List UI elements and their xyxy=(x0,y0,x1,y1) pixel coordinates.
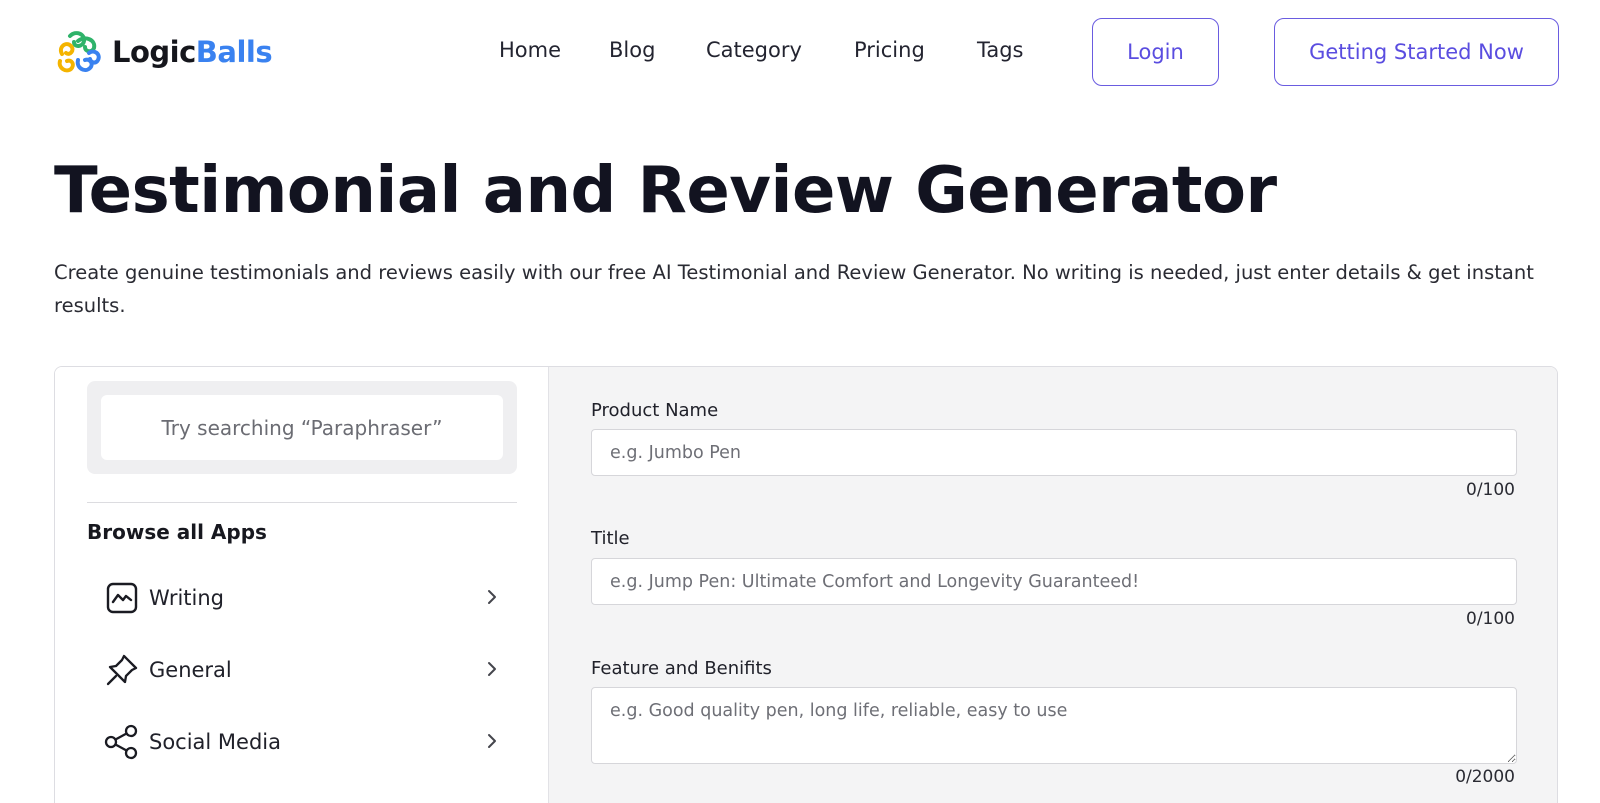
get-started-button[interactable]: Getting Started Now xyxy=(1274,18,1559,86)
features-counter: 0/2000 xyxy=(1455,767,1515,787)
login-button[interactable]: Login xyxy=(1092,18,1219,86)
chevron-right-icon xyxy=(488,734,496,748)
logo-text: LogicBalls xyxy=(112,35,273,69)
features-textarea[interactable] xyxy=(591,687,1517,764)
tool-panel: Try searching “Paraphraser” Browse all A… xyxy=(54,366,1558,803)
browse-apps-heading: Browse all Apps xyxy=(87,520,267,544)
category-social-media[interactable]: Social Media xyxy=(103,720,513,764)
features-label: Feature and Benifits xyxy=(591,658,772,679)
product-name-counter: 0/100 xyxy=(1466,480,1515,500)
category-general[interactable]: General xyxy=(103,648,513,692)
logo-mark-icon xyxy=(57,31,101,73)
category-label: Writing xyxy=(149,586,224,610)
title-input[interactable] xyxy=(591,558,1517,605)
share-icon xyxy=(103,723,141,761)
pin-icon xyxy=(103,651,141,689)
page-subtitle: Create genuine testimonials and reviews … xyxy=(54,261,1534,317)
nav-pricing[interactable]: Pricing xyxy=(854,38,925,62)
category-label: General xyxy=(149,658,232,682)
site-header: LogicBalls Home Blog Category Pricing Ta… xyxy=(0,0,1600,105)
chart-line-icon xyxy=(103,579,141,617)
apps-sidebar: Try searching “Paraphraser” Browse all A… xyxy=(55,367,549,803)
search-container: Try searching “Paraphraser” xyxy=(87,381,517,474)
nav-tags[interactable]: Tags xyxy=(977,38,1024,62)
nav-category[interactable]: Category xyxy=(706,38,802,62)
nav-home[interactable]: Home xyxy=(499,38,561,62)
title-counter: 0/100 xyxy=(1466,609,1515,629)
chevron-right-icon xyxy=(488,662,496,676)
category-writing[interactable]: Writing xyxy=(103,576,513,620)
product-name-input[interactable] xyxy=(591,429,1517,476)
chevron-right-icon xyxy=(488,590,496,604)
logo[interactable]: LogicBalls xyxy=(54,27,273,77)
title-label: Title xyxy=(591,528,630,549)
nav-blog[interactable]: Blog xyxy=(609,38,655,62)
category-label: Social Media xyxy=(149,730,282,754)
generator-form: Product Name 0/100 Title 0/100 Feature a… xyxy=(549,367,1557,803)
product-name-label: Product Name xyxy=(591,400,719,421)
sidebar-divider xyxy=(87,502,517,503)
page-title: Testimonial and Review Generator xyxy=(54,154,1277,228)
app-search-input[interactable]: Try searching “Paraphraser” xyxy=(101,395,503,460)
